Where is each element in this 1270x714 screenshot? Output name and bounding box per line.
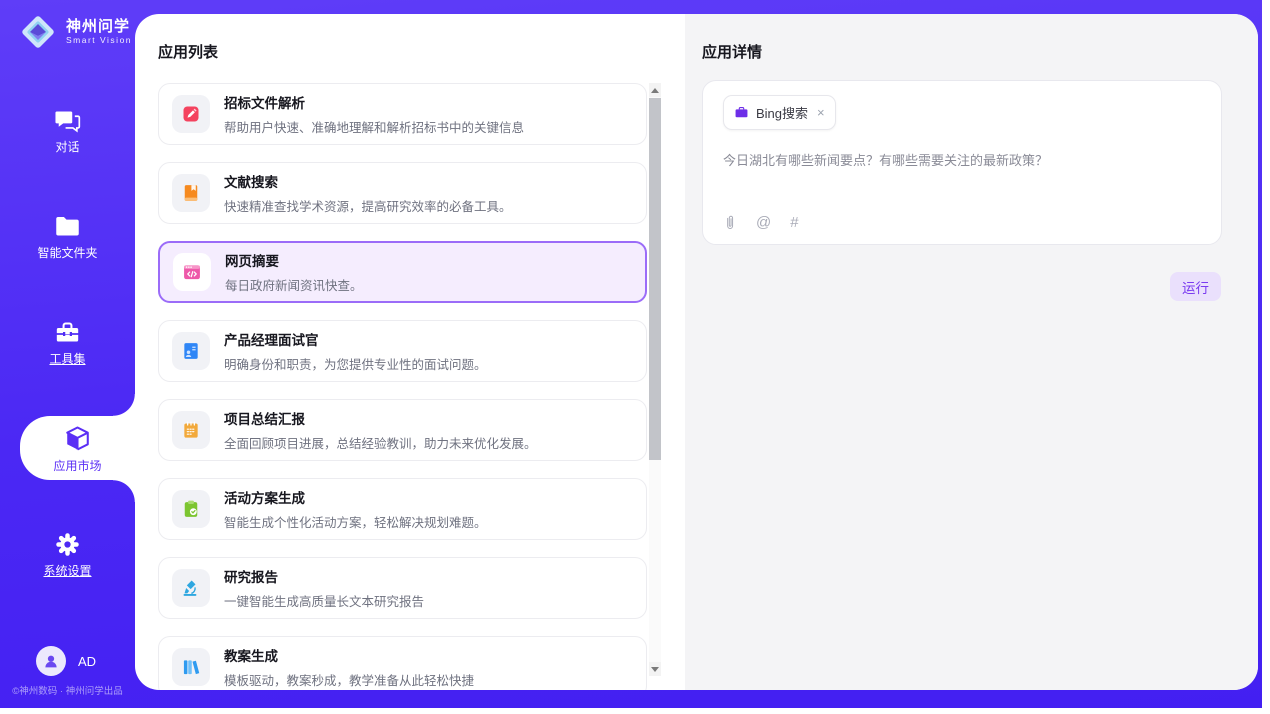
app-list: 招标文件解析 帮助用户快速、准确地理解和解析招标书中的关键信息 文献搜索 (158, 83, 647, 690)
app-list-title: 应用列表 (158, 41, 218, 62)
chip-close-icon[interactable]: × (817, 105, 825, 120)
user-icon (42, 652, 60, 670)
browser-code-icon (173, 253, 211, 291)
app-title: 招标文件解析 (224, 92, 524, 112)
tool-chip-bing-search[interactable]: Bing搜索 × (723, 95, 836, 130)
sidebar-nav: 对话 智能文件夹 工具集 (0, 98, 135, 586)
list-item[interactable]: 教案生成 模板驱动，教案秒成，教学准备从此轻松快捷 (158, 636, 647, 690)
pen-square-icon (172, 95, 210, 133)
brand-logo: 神州问学 Smart Vision (18, 12, 132, 52)
sidebar-item-label: 系统设置 (43, 565, 91, 578)
app-description: 帮助用户快速、准确地理解和解析招标书中的关键信息 (224, 117, 524, 136)
brand-name: 神州问学 (66, 18, 132, 35)
run-button[interactable]: 运行 (1170, 272, 1221, 301)
hash-icon[interactable]: # (790, 215, 798, 231)
app-description: 每日政府新闻资讯快查。 (225, 275, 363, 294)
list-item-selected[interactable]: 网页摘要 每日政府新闻资讯快查。 (158, 241, 647, 303)
sidebar-item-toolset[interactable]: 工具集 (0, 310, 135, 374)
books-icon (172, 648, 210, 686)
scrollbar[interactable] (649, 83, 661, 676)
list-item[interactable]: 文献搜索 快速精准查找学术资源，提高研究效率的必备工具。 (158, 162, 647, 224)
at-sign-icon[interactable]: @ (756, 215, 771, 231)
user-name: AD (78, 654, 96, 669)
notepad-icon (172, 411, 210, 449)
main-content: 应用列表 招标文件解析 帮助用户快速、准确地理解和解析招标书中的关键信息 (135, 14, 1258, 690)
app-title: 研究报告 (224, 566, 424, 586)
sidebar-item-settings[interactable]: 系统设置 (0, 522, 135, 586)
app-title: 活动方案生成 (224, 487, 487, 507)
prompt-card[interactable]: Bing搜索 × 今日湖北有哪些新闻要点？有哪些需要关注的最新政策？ @ # (702, 80, 1222, 245)
avatar (36, 646, 66, 676)
paperclip-icon[interactable] (723, 214, 737, 231)
list-item[interactable]: 研究报告 一键智能生成高质量长文本研究报告 (158, 557, 647, 619)
brand-subtitle: Smart Vision (66, 35, 132, 46)
sidebar-item-app-market[interactable]: 应用市场 (20, 416, 135, 480)
user-account[interactable]: AD (36, 646, 96, 676)
app-list-panel: 应用列表 招标文件解析 帮助用户快速、准确地理解和解析招标书中的关键信息 (135, 14, 685, 690)
list-item[interactable]: 活动方案生成 智能生成个性化活动方案，轻松解决规划难题。 (158, 478, 647, 540)
scrollbar-down-button[interactable] (649, 662, 661, 676)
clipboard-check-icon (172, 490, 210, 528)
sidebar-item-label: 应用市场 (53, 460, 101, 473)
list-item[interactable]: 项目总结汇报 全面回顾项目进展，总结经验教训，助力未来优化发展。 (158, 399, 647, 461)
cube-icon (63, 424, 92, 453)
list-item[interactable]: 产品经理面试官 明确身份和职责，为您提供专业性的面试问题。 (158, 320, 647, 382)
sidebar-item-label: 工具集 (49, 353, 85, 366)
app-description: 智能生成个性化活动方案，轻松解决规划难题。 (224, 512, 487, 531)
app-title: 文献搜索 (224, 171, 512, 191)
app-description: 明确身份和职责，为您提供专业性的面试问题。 (224, 354, 487, 373)
app-title: 网页摘要 (225, 250, 363, 270)
sidebar-item-label: 对话 (55, 141, 79, 154)
sidebar-item-chat[interactable]: 对话 (0, 98, 135, 162)
app-title: 项目总结汇报 (224, 408, 537, 428)
app-detail-title: 应用详情 (702, 41, 762, 62)
app-description: 快速精准查找学术资源，提高研究效率的必备工具。 (224, 196, 512, 215)
chat-icon (54, 107, 81, 134)
attachment-toolbar: @ # (723, 214, 799, 231)
book-icon (172, 174, 210, 212)
app-description: 一键智能生成高质量长文本研究报告 (224, 591, 424, 610)
sidebar: 神州问学 Smart Vision 对话 智能文件夹 (0, 0, 135, 708)
microscope-icon (172, 569, 210, 607)
scrollbar-up-button[interactable] (649, 83, 661, 97)
folder-icon (54, 213, 81, 240)
toolbox-icon (54, 319, 81, 346)
sidebar-item-smart-folder[interactable]: 智能文件夹 (0, 204, 135, 268)
sidebar-item-label: 智能文件夹 (37, 247, 97, 260)
app-title: 教案生成 (224, 645, 474, 665)
tool-chip-label: Bing搜索 (756, 103, 808, 122)
list-item[interactable]: 招标文件解析 帮助用户快速、准确地理解和解析招标书中的关键信息 (158, 83, 647, 145)
app-description: 模板驱动，教案秒成，教学准备从此轻松快捷 (224, 670, 474, 689)
scrollbar-thumb[interactable] (649, 98, 661, 460)
sidebar-footer: ©神州数码 · 神州问学出品 (0, 683, 135, 697)
app-description: 全面回顾项目进展，总结经验教训，助力未来优化发展。 (224, 433, 537, 452)
app-title: 产品经理面试官 (224, 329, 487, 349)
app-detail-panel: 应用详情 Bing搜索 × 今日湖北有哪些新闻要点？有哪些需要关注的最新政策？ … (685, 14, 1258, 690)
briefcase-icon (734, 105, 749, 120)
gear-icon (54, 531, 81, 558)
resume-icon (172, 332, 210, 370)
app-frame: 神州问学 Smart Vision 对话 智能文件夹 (0, 0, 1262, 708)
brand-diamond-icon (18, 12, 58, 52)
query-text[interactable]: 今日湖北有哪些新闻要点？有哪些需要关注的最新政策？ (723, 152, 1201, 170)
